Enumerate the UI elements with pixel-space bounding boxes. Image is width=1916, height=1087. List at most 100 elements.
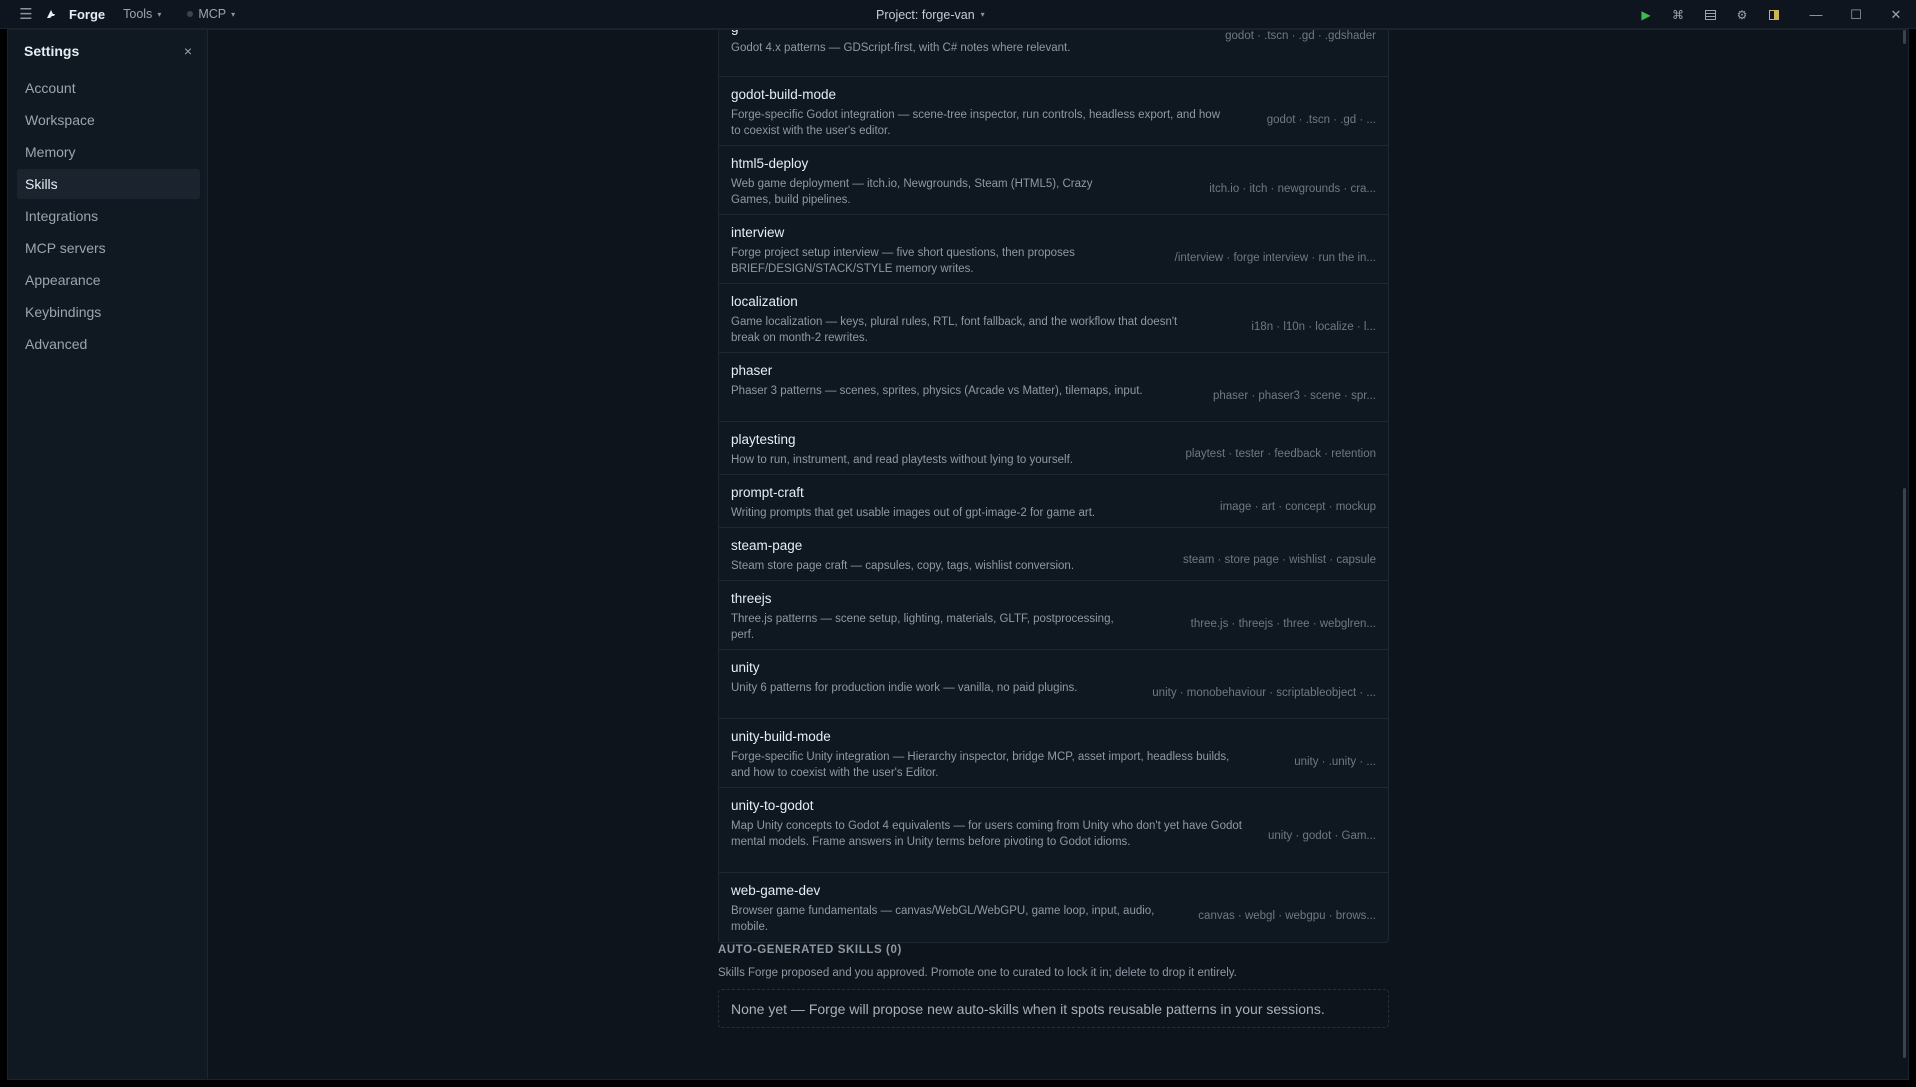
- auto-skills-heading: AUTO-GENERATED SKILLS (0): [718, 944, 902, 956]
- settings-window: Settings × Account Workspace Memory Skills I…: [7, 29, 1909, 1080]
- sidebar-item-workspace[interactable]: Workspace: [17, 105, 200, 135]
- sidebar-item-advanced[interactable]: Advanced: [17, 329, 200, 359]
- skill-row[interactable]: threejs Three.js patterns — scene setup, …: [719, 581, 1388, 650]
- minimize-icon[interactable]: —: [1796, 0, 1836, 29]
- skill-description: Godot 4.x patterns — GDScript-first, wit…: [731, 42, 1071, 54]
- skill-name: threejs: [731, 591, 772, 606]
- skill-description: Game localization — keys, plural rules, …: [731, 316, 1178, 344]
- app-name: Forge: [69, 6, 106, 22]
- hamburger-icon[interactable]: ☰: [19, 5, 33, 23]
- sidebar-item-keybindings[interactable]: Keybindings: [17, 297, 200, 327]
- chevron-down-icon: ▾: [980, 10, 985, 19]
- empty-state-text: None yet — Forge will propose new auto-s…: [731, 1000, 1325, 1017]
- skill-row[interactable]: godot-build-mode Forge-specific Godot int…: [719, 77, 1388, 146]
- sidebar-item-integrations[interactable]: Integrations: [17, 201, 200, 231]
- title-bar: ☰ Forge Tools ▾ MCP ▾ Project: forge-van…: [0, 0, 1916, 29]
- close-icon[interactable]: ✕: [1876, 0, 1916, 29]
- project-label: Project: forge-van: [876, 7, 975, 22]
- auto-skills-empty-state: None yet — Forge will propose new auto-s…: [718, 989, 1389, 1028]
- skill-name: playtesting: [731, 432, 796, 447]
- skill-description: Forge-specific Godot integration — scene…: [731, 109, 1221, 137]
- project-selector[interactable]: Project: forge-van ▾: [876, 0, 985, 29]
- skill-name: g: [731, 30, 739, 35]
- skill-name: html5-deploy: [731, 156, 809, 171]
- sidebar-item-appearance[interactable]: Appearance: [17, 265, 200, 295]
- skill-tags: canvas · webgl · webgpu · brows...: [1198, 910, 1376, 922]
- skill-name: web-game-dev: [731, 883, 821, 898]
- skill-name: godot-build-mode: [731, 87, 837, 102]
- mcp-menu[interactable]: MCP ▾: [187, 7, 235, 21]
- skill-row[interactable]: web-game-dev Browser game fundamentals — …: [719, 873, 1388, 942]
- skill-name: prompt-craft: [731, 485, 804, 500]
- chevron-down-icon: ▾: [157, 9, 162, 19]
- skill-description: Web game deployment — itch.io, Newground…: [731, 178, 1093, 206]
- skill-description: Writing prompts that get usable images o…: [731, 507, 1096, 519]
- skill-row[interactable]: unity-to-godot Map Unity concepts to Godo…: [719, 788, 1388, 873]
- sidebar-item-skills[interactable]: Skills: [17, 169, 200, 199]
- skill-description: Three.js patterns — scene setup, lightin…: [731, 613, 1114, 641]
- forge-logo-icon: [44, 7, 58, 21]
- skill-tags: unity · .unity · ...: [1294, 756, 1376, 768]
- skill-description: Phaser 3 patterns — scenes, sprites, phy…: [731, 385, 1143, 397]
- maximize-icon[interactable]: ☐: [1836, 0, 1876, 29]
- skill-description: How to run, instrument, and read playtes…: [731, 454, 1073, 466]
- skill-tags: godot · .tscn · .gd · .gdshader: [1225, 30, 1376, 42]
- skill-tags: i18n · l10n · localize · l...: [1251, 321, 1376, 333]
- tools-menu-label: Tools: [123, 7, 153, 21]
- skill-row[interactable]: playtesting How to run, instrument, and r…: [719, 422, 1388, 475]
- skill-name: steam-page: [731, 538, 803, 553]
- settings-sidebar: Settings × Account Workspace Memory Skills I…: [8, 30, 208, 1079]
- sidebar-item-mcp-servers[interactable]: MCP servers: [17, 233, 200, 263]
- skill-row[interactable]: prompt-craft Writing prompts that get usa…: [719, 475, 1388, 528]
- skill-description: Forge-specific Unity integration — Hiera…: [731, 751, 1230, 779]
- skill-row[interactable]: unity Unity 6 patterns for production ind…: [719, 650, 1388, 719]
- tools-menu[interactable]: Tools ▾: [123, 7, 161, 21]
- scrollbar-top-thumb[interactable]: [1903, 30, 1906, 44]
- auto-skills-description: Skills Forge proposed and you approved. …: [718, 967, 1237, 979]
- skill-description: Browser game fundamentals — canvas/WebGL…: [731, 905, 1155, 933]
- sidebar-toggle-icon[interactable]: [1758, 0, 1790, 29]
- skill-row[interactable]: localization Game localization — keys, pl…: [719, 284, 1388, 353]
- skill-row[interactable]: steam-page Steam store page craft — capsu…: [719, 528, 1388, 581]
- skill-row[interactable]: phaser Phaser 3 patterns — scenes, sprite…: [719, 353, 1388, 422]
- close-settings-icon[interactable]: ×: [184, 43, 192, 59]
- skill-tags: unity · godot · Gam...: [1267, 830, 1376, 842]
- panels-icon[interactable]: [1694, 0, 1726, 29]
- skill-tags: godot · .tscn · .gd · ...: [1266, 114, 1376, 126]
- skill-tags: image · art · concept · mockup: [1220, 501, 1376, 513]
- settings-nav: Account Workspace Memory Skills Integrations…: [8, 73, 207, 359]
- skill-tags: three.js · threejs · three · webglren...: [1190, 618, 1376, 630]
- skill-description: Map Unity concepts to Godot 4 equivalent…: [731, 820, 1243, 848]
- skill-name: unity: [731, 660, 760, 675]
- chevron-down-icon: ▾: [231, 9, 236, 19]
- skill-row[interactable]: html5-deploy Web game deployment — itch.i…: [719, 146, 1388, 215]
- skill-row[interactable]: unity-build-mode Forge-specific Unity int…: [719, 719, 1388, 788]
- scrollbar[interactable]: [1901, 30, 1907, 1079]
- skill-row[interactable]: g Godot 4.x patterns — GDScript-first, wi…: [719, 30, 1388, 77]
- sidebar-item-account[interactable]: Account: [17, 73, 200, 103]
- mcp-menu-label: MCP: [198, 7, 227, 21]
- skill-description: Steam store page craft — capsules, copy,…: [731, 560, 1075, 572]
- skill-tags: phaser · phaser3 · scene · spr...: [1213, 390, 1376, 402]
- scrollbar-thumb[interactable]: [1903, 488, 1906, 1058]
- gear-icon[interactable]: ⚙: [1726, 0, 1758, 29]
- skill-name: localization: [731, 294, 798, 309]
- settings-content: g Godot 4.x patterns — GDScript-first, wi…: [209, 30, 1908, 1079]
- skill-tags: steam · store page · wishlist · capsule: [1182, 554, 1376, 566]
- sidebar-item-memory[interactable]: Memory: [17, 137, 200, 167]
- play-icon[interactable]: ▶: [1630, 0, 1662, 29]
- skill-tags: /interview · forge interview · run the i…: [1174, 252, 1376, 264]
- skill-row[interactable]: interview Forge project setup interview —…: [719, 215, 1388, 284]
- skill-tags: playtest · tester · feedback · retention: [1185, 448, 1376, 460]
- skill-tags: itch.io · itch · newgrounds · cra...: [1209, 183, 1376, 195]
- skill-name: unity-build-mode: [731, 729, 831, 744]
- skill-name: phaser: [731, 363, 773, 378]
- mcp-status-dot-icon: [187, 11, 194, 17]
- skill-name: unity-to-godot: [731, 798, 814, 813]
- skills-list: g Godot 4.x patterns — GDScript-first, wi…: [718, 30, 1389, 943]
- skill-description: Forge project setup interview — five sho…: [731, 247, 1075, 275]
- command-icon[interactable]: ⌘: [1662, 0, 1694, 29]
- skill-description: Unity 6 patterns for production indie wo…: [731, 682, 1078, 694]
- skill-tags: unity · monobehaviour · scriptableobject…: [1152, 687, 1376, 699]
- settings-title: Settings: [24, 43, 80, 59]
